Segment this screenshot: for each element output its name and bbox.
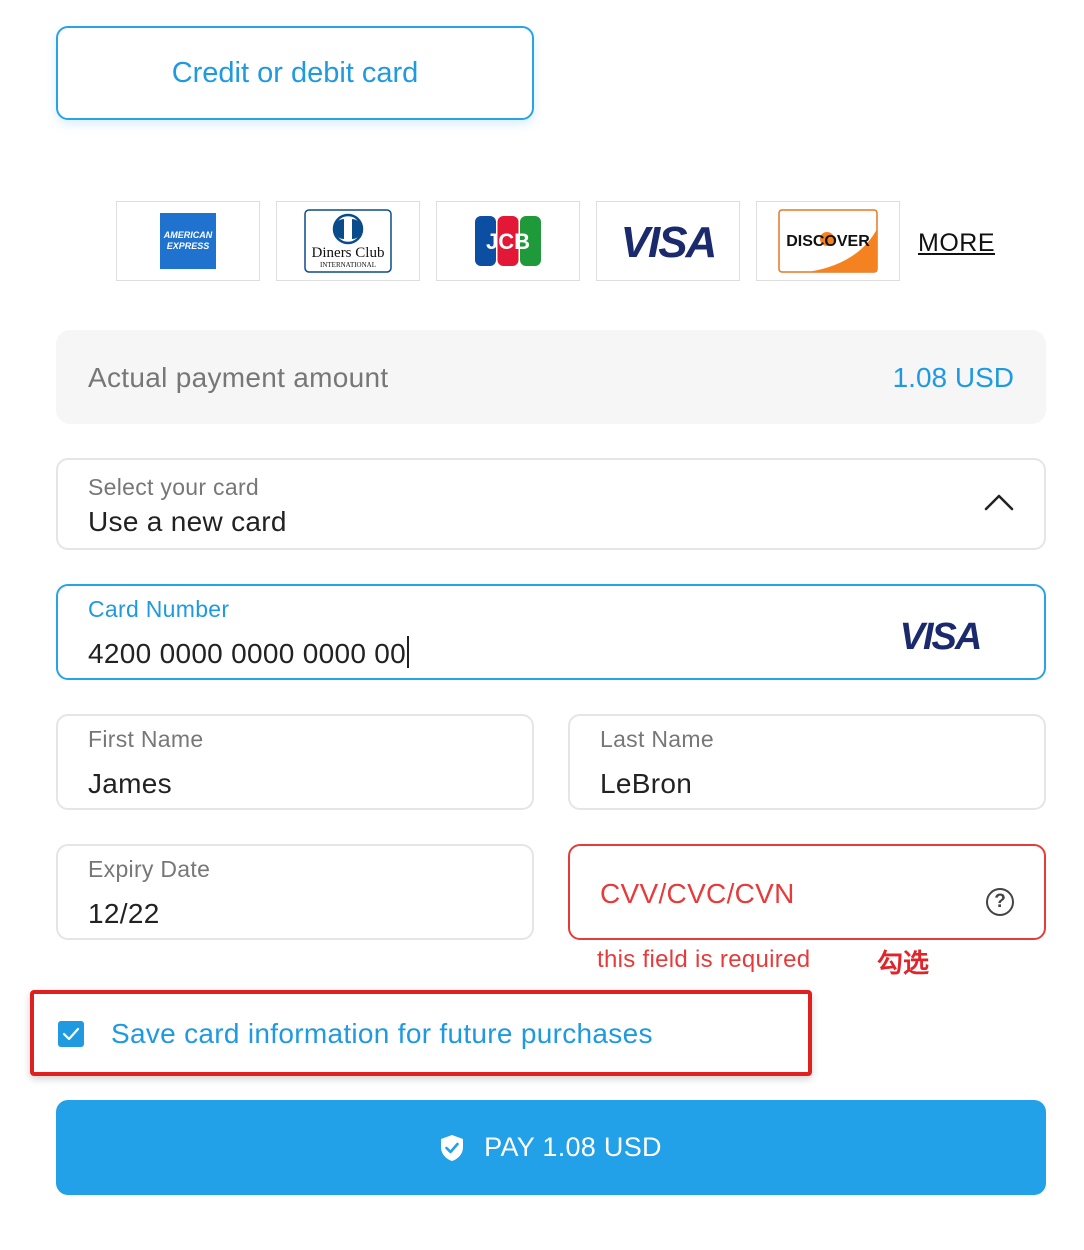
cvv-error-message: this field is required [597,946,811,973]
pay-button-label: PAY 1.08 USD [484,1132,662,1162]
card-number-field[interactable]: Card Number 4200 0000 0000 0000 00 VISA [56,584,1046,680]
text-caret [407,636,410,668]
card-number-value: 4200 0000 0000 0000 00 [88,638,407,669]
credit-debit-card-tab[interactable]: Credit or debit card [56,26,534,120]
more-brands-link[interactable]: MORE [918,229,995,258]
visa-card-brand-icon: VISA [900,616,983,654]
save-card-checkbox[interactable] [58,1021,84,1047]
select-card-dropdown[interactable]: Select your card Use a new card [56,458,1046,550]
payment-amount-label: Actual payment amount [88,362,389,393]
amex-logo-icon: AMERICAN EXPRESS [160,213,216,269]
payment-amount-value: 1.08 USD [892,362,1014,393]
cvv-field[interactable]: CVV/CVC/CVN ? [568,844,1046,940]
first-name-field[interactable]: First Name James [56,714,534,810]
annotation-text: 勾选 [877,949,930,979]
select-card-value: Use a new card [88,506,287,537]
expiry-date-field[interactable]: Expiry Date 12/22 [56,844,534,940]
diners-club-logo-icon: Diners Club INTERNATIONAL [304,209,392,273]
amex-logo-text-1: AMERICAN [163,230,213,240]
credit-debit-card-tab-label: Credit or debit card [171,56,419,89]
amex-logo: AMERICAN EXPRESS [116,201,260,281]
help-icon[interactable]: ? [986,888,1014,916]
save-card-label: Save card information for future purchas… [111,1018,653,1049]
payment-amount-box: Actual payment amount 1.08 USD [56,330,1046,424]
jcb-logo-text: JCB [486,229,530,254]
expiry-date-value: 12/22 [88,898,160,929]
save-card-checkbox-row[interactable]: Save card information for future purchas… [58,1014,653,1054]
last-name-field[interactable]: Last Name LeBron [568,714,1046,810]
diners-logo-text-2: INTERNATIONAL [320,261,376,269]
cvv-placeholder: CVV/CVC/CVN [600,878,795,909]
jcb-logo: JCB [436,201,580,281]
diners-logo-text-1: Diners Club [312,245,385,261]
visa-logo: VISA [596,201,740,281]
chevron-up-icon[interactable] [984,492,1014,512]
discover-logo-icon: DISCOVER [778,209,878,273]
visa-logo-icon: VISA [621,219,718,263]
discover-logo: DISCOVER [756,201,900,281]
visa-logo-text: VISA [621,219,716,263]
jcb-logo-icon: JCB [475,216,541,266]
expiry-date-label: Expiry Date [88,856,211,882]
amex-logo-text-2: EXPRESS [167,241,210,251]
diners-club-logo: Diners Club INTERNATIONAL [276,201,420,281]
card-brand-list: AMERICAN EXPRESS Diners Club INTERNATION… [116,201,1016,281]
card-number-label: Card Number [88,596,230,622]
first-name-value: James [88,768,172,799]
shield-check-icon [441,1134,464,1161]
checkmark-icon [62,1027,80,1041]
card-number-input[interactable]: 4200 0000 0000 0000 00 [88,636,410,670]
visa-card-brand-text: VISA [900,616,981,654]
last-name-value: LeBron [600,768,693,799]
last-name-label: Last Name [600,726,714,752]
discover-logo-text: DISCOVER [786,233,870,250]
select-card-label: Select your card [88,474,259,500]
first-name-label: First Name [88,726,204,752]
pay-button[interactable]: PAY 1.08 USD [56,1100,1046,1195]
